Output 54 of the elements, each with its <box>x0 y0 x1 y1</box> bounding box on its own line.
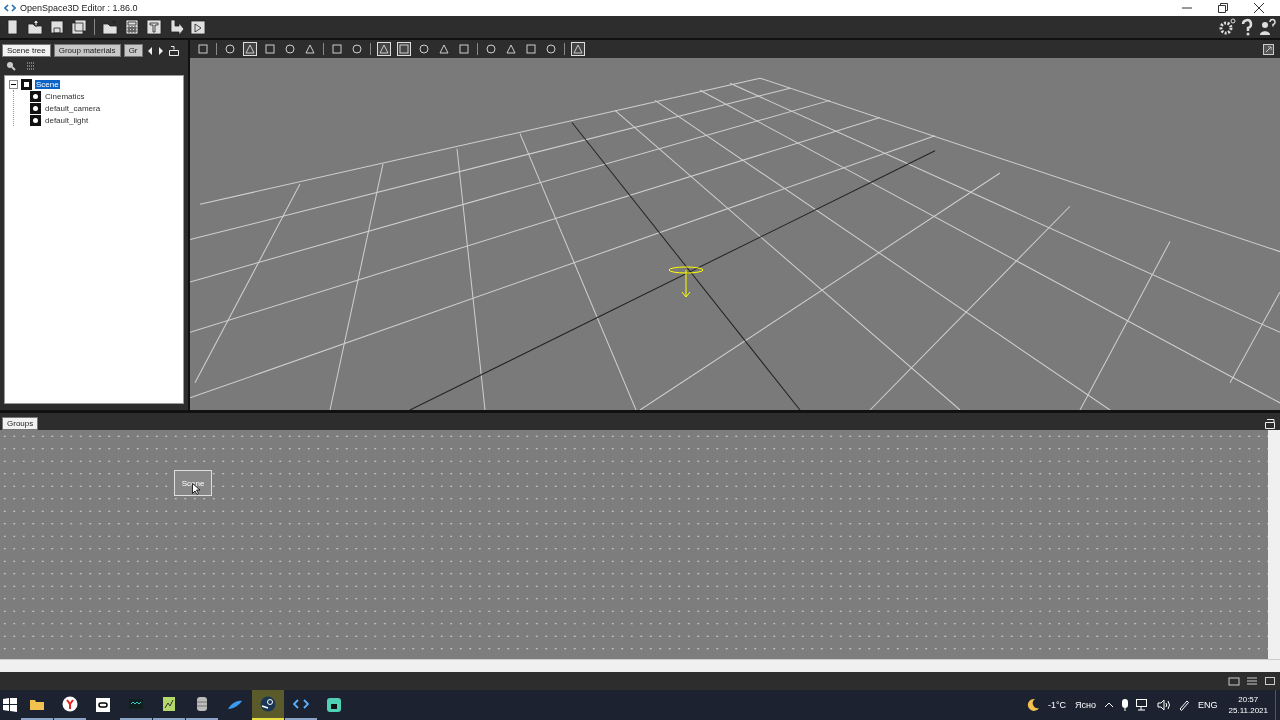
tree-item[interactable]: Scene <box>35 79 60 89</box>
vertical-scrollbar[interactable] <box>1268 430 1280 659</box>
chevron-up-icon[interactable] <box>1104 700 1115 710</box>
panel-tab[interactable]: Gr <box>123 44 143 57</box>
weather-condition[interactable]: Ясно <box>1075 700 1097 710</box>
clock-date[interactable]: 25.11.2021 <box>1228 705 1268 716</box>
browser-app-icon <box>62 696 78 712</box>
pen-icon[interactable] <box>1178 699 1191 711</box>
tree-item[interactable]: Cinematics <box>44 91 86 101</box>
close-icon[interactable] <box>1254 3 1264 13</box>
play-window-icon[interactable] <box>189 18 207 36</box>
window-title: OpenSpace3D Editor : 1.86.0 <box>20 3 138 13</box>
gizmo-icon <box>667 264 705 300</box>
maximize-icon[interactable] <box>1263 43 1274 55</box>
tree-item[interactable]: default_camera <box>44 103 102 113</box>
horizontal-scrollbar[interactable] <box>0 659 1280 672</box>
calculator-icon[interactable] <box>123 18 141 36</box>
steam-app-icon <box>260 696 276 712</box>
undock-icon[interactable] <box>1264 418 1276 430</box>
moon-icon <box>1025 698 1040 712</box>
window-icon[interactable] <box>1264 675 1276 687</box>
headset-app-icon <box>95 697 111 713</box>
weather-temperature[interactable]: -1°C <box>1047 700 1067 710</box>
group-node[interactable]: Scene <box>174 470 212 496</box>
list-icon[interactable] <box>26 61 36 71</box>
clock-time[interactable]: 20:57 <box>1238 694 1259 705</box>
lock-app-icon <box>326 697 342 713</box>
scene-icon <box>21 78 32 90</box>
text-tool-icon[interactable] <box>145 18 163 36</box>
folder-icon[interactable] <box>26 18 44 36</box>
notepad-app-icon <box>161 696 177 712</box>
restore-icon[interactable] <box>1218 3 1228 13</box>
help-icon[interactable] <box>1240 18 1254 36</box>
panel-tab[interactable]: Groups <box>2 417 39 430</box>
undock-icon[interactable] <box>167 44 180 57</box>
layers-icon[interactable] <box>1246 675 1258 687</box>
app-logo-icon <box>4 4 16 12</box>
settings-icon[interactable] <box>1218 18 1236 36</box>
search-icon[interactable] <box>6 61 16 71</box>
language-indicator[interactable]: ENG <box>1198 700 1218 710</box>
folder-icon[interactable] <box>101 18 119 36</box>
terminal-app-icon <box>128 696 144 712</box>
panel-tab[interactable]: Scene tree <box>2 44 51 57</box>
floppy-icon[interactable] <box>48 18 66 36</box>
user-help-icon[interactable] <box>1258 18 1276 36</box>
tree-item[interactable]: default_light <box>44 115 90 125</box>
collapse-icon[interactable] <box>9 79 18 89</box>
scroll-right-icon[interactable] <box>156 45 165 56</box>
floppy-icon[interactable] <box>70 18 88 36</box>
panel-tab[interactable]: Group materials <box>53 44 121 57</box>
windows-start-icon[interactable] <box>3 698 17 712</box>
microphone-icon[interactable] <box>1121 699 1130 711</box>
database-app-icon <box>194 696 210 712</box>
speaker-icon[interactable] <box>1157 699 1172 711</box>
